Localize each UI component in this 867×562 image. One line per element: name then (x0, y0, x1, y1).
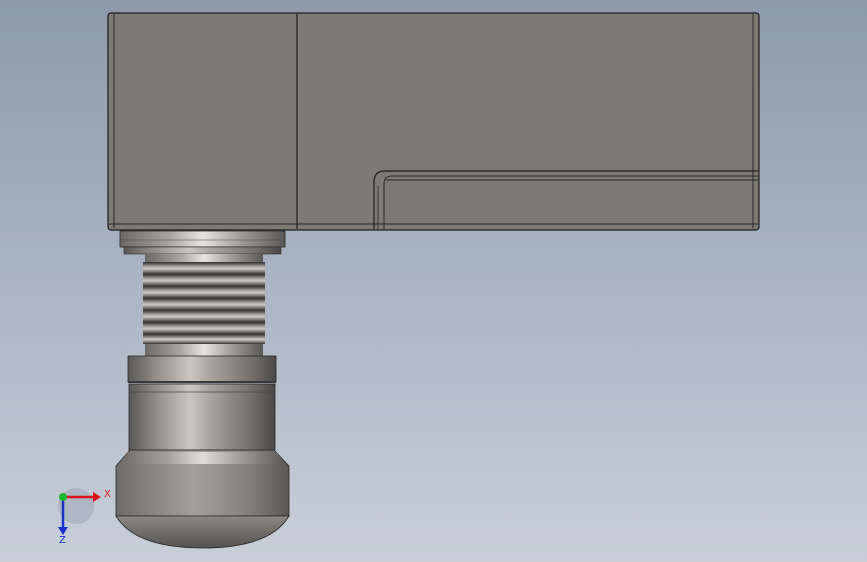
housing-body[interactable] (107, 12, 760, 231)
triad-x-label: X (104, 489, 111, 500)
plunger-neck[interactable] (123, 246, 282, 255)
plunger-lower-collar[interactable] (127, 355, 277, 383)
part-housing[interactable] (107, 12, 760, 231)
threaded-shaft[interactable] (143, 262, 265, 344)
plunger-collar[interactable] (119, 230, 286, 248)
thread-bottom-band (145, 344, 263, 356)
triad-y-axis (59, 493, 67, 501)
triad-z-label: Z (59, 535, 66, 546)
thread-top-band (145, 254, 263, 262)
plunger-body[interactable] (128, 383, 276, 451)
cad-viewport[interactable]: X Z (0, 0, 867, 562)
knob-highlight (119, 452, 286, 464)
